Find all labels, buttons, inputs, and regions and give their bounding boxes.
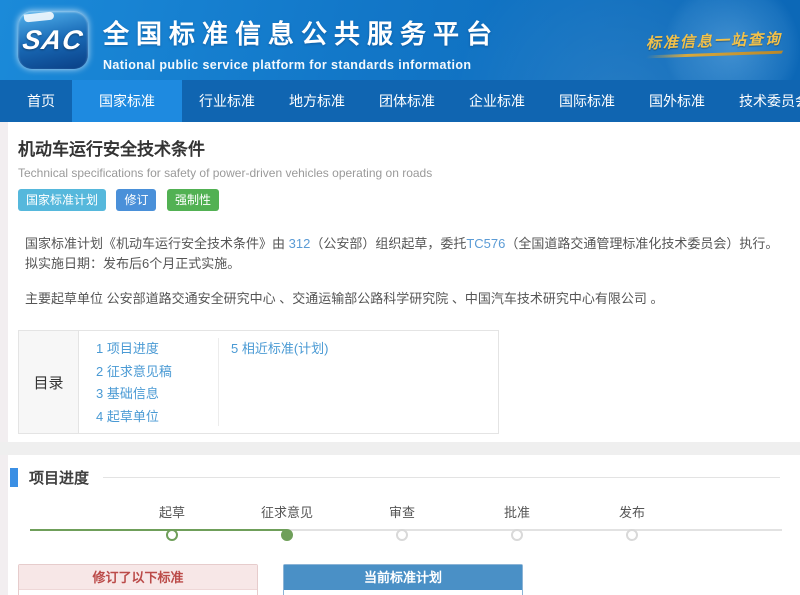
nav-item-local-standards[interactable]: 地方标准 [272, 80, 362, 122]
toc-link-project-progress[interactable]: 1 项目进度 [96, 338, 218, 361]
toc-link-draft-for-comments[interactable]: 2 征求意见稿 [96, 361, 218, 384]
main-nav: 首页 国家标准 行业标准 地方标准 团体标准 企业标准 国际标准 国外标准 技术… [0, 80, 800, 122]
toc-link-similar-standards[interactable]: 5 相近标准(计划) [231, 338, 329, 361]
paragraph-text: （公安部）组织起草，委托 [310, 236, 466, 251]
sac-logo-text: SAC [20, 25, 85, 56]
site-title: 全国标准信息公共服务平台 [103, 14, 499, 51]
nav-item-enterprise-standards[interactable]: 企业标准 [452, 80, 542, 122]
toc-columns: 1 项目进度 2 征求意见稿 3 基础信息 4 起草单位 5 相近标准(计划) [79, 331, 498, 433]
description-paragraphs: 国家标准计划《机动车运行安全技术条件》由 312（公安部）组织起草，委托TC57… [0, 234, 800, 309]
nav-item-group-standards[interactable]: 团体标准 [362, 80, 452, 122]
page-body: 机动车运行安全技术条件 Technical specifications for… [0, 122, 800, 595]
toc-link-drafting-units[interactable]: 4 起草单位 [96, 406, 218, 429]
table-of-contents: 目录 1 项目进度 2 征求意见稿 3 基础信息 4 起草单位 5 相近标准(计… [18, 330, 499, 434]
nav-item-industry-standards[interactable]: 行业标准 [182, 80, 272, 122]
page-title: 机动车运行安全技术条件 [18, 135, 782, 160]
current-plan-card-header: 当前标准计划 [284, 565, 522, 590]
current-plan-card-body: 20250058-Q-312 正在征求意见 机动车运行安全技术条件 [284, 590, 522, 595]
progress-timeline: 起草 征求意见 审查 批准 发布 [0, 502, 800, 552]
revised-card-header: 修订了以下标准 [19, 565, 257, 590]
section-header-project-progress: 项目进度 [10, 460, 780, 494]
section-divider-line [103, 477, 780, 478]
timeline-dot-done [166, 529, 178, 541]
standard-cards-row: 修订了以下标准 GB 7258-2017 （全部代替） 机动车运行安全技术条件 … [18, 564, 800, 595]
timeline-dot-current [281, 529, 293, 541]
department-code-link[interactable]: 312 [289, 236, 311, 251]
page-title-english: Technical specifications for safety of p… [18, 166, 782, 180]
tag-revision: 修订 [116, 189, 156, 211]
tag-national-standard-plan: 国家标准计划 [18, 189, 106, 211]
timeline-step-label: 起草 [127, 502, 217, 521]
tag-row: 国家标准计划 修订 强制性 [18, 189, 782, 211]
timeline-step-publication: 发布 [587, 502, 677, 541]
paragraph-text: 国家标准计划《机动车运行安全技术条件》由 [25, 236, 289, 251]
technical-committee-link[interactable]: TC576 [466, 236, 505, 251]
standard-title-block: 机动车运行安全技术条件 Technical specifications for… [0, 122, 800, 211]
tag-mandatory: 强制性 [167, 189, 219, 211]
site-titles: 全国标准信息公共服务平台 National public service pla… [103, 14, 499, 72]
revised-standard-card: 修订了以下标准 GB 7258-2017 （全部代替） 机动车运行安全技术条件 [18, 564, 258, 595]
section-title: 项目进度 [29, 467, 89, 488]
revised-card-body: GB 7258-2017 （全部代替） 机动车运行安全技术条件 [19, 590, 257, 595]
nav-item-technical-committees[interactable]: 技术委员会 [722, 80, 800, 122]
site-subtitle-en: National public service platform for sta… [103, 58, 499, 72]
site-header: SAC 全国标准信息公共服务平台 National public service… [0, 0, 800, 80]
timeline-dot-pending [626, 529, 638, 541]
timeline-dot-pending [396, 529, 408, 541]
timeline-step-soliciting-comments: 征求意见 [242, 502, 332, 541]
timeline-step-draft: 起草 [127, 502, 217, 541]
timeline-step-review: 审查 [357, 502, 447, 541]
timeline-step-label: 审查 [357, 502, 447, 521]
nav-item-home[interactable]: 首页 [10, 80, 72, 122]
timeline-dot-pending [511, 529, 523, 541]
sac-logo[interactable]: SAC [18, 11, 88, 69]
timeline-step-label: 征求意见 [242, 502, 332, 521]
nav-item-national-standards[interactable]: 国家标准 [72, 80, 182, 122]
timeline-step-approval: 批准 [472, 502, 562, 541]
nav-item-foreign-standards[interactable]: 国外标准 [632, 80, 722, 122]
toc-label: 目录 [19, 331, 79, 433]
paragraph-plan-info: 国家标准计划《机动车运行安全技术条件》由 312（公安部）组织起草，委托TC57… [25, 234, 782, 274]
current-plan-card: 当前标准计划 20250058-Q-312 正在征求意见 机动车运行安全技术条件 [283, 564, 523, 595]
timeline-step-label: 批准 [472, 502, 562, 521]
paragraph-drafting-units: 主要起草单位 公安部道路交通安全研究中心 、交通运输部公路科学研究院 、中国汽车… [25, 289, 782, 309]
timeline-step-label: 发布 [587, 502, 677, 521]
site-slogan-calligraphy: 标准信息一站查询 [646, 28, 783, 59]
toc-column-2: 5 相近标准(计划) [219, 338, 329, 426]
toc-column-1: 1 项目进度 2 征求意见稿 3 基础信息 4 起草单位 [79, 338, 219, 426]
section-separator [0, 442, 800, 455]
toc-link-basic-info[interactable]: 3 基础信息 [96, 383, 218, 406]
section-accent-bar [10, 468, 18, 487]
nav-item-international-standards[interactable]: 国际标准 [542, 80, 632, 122]
